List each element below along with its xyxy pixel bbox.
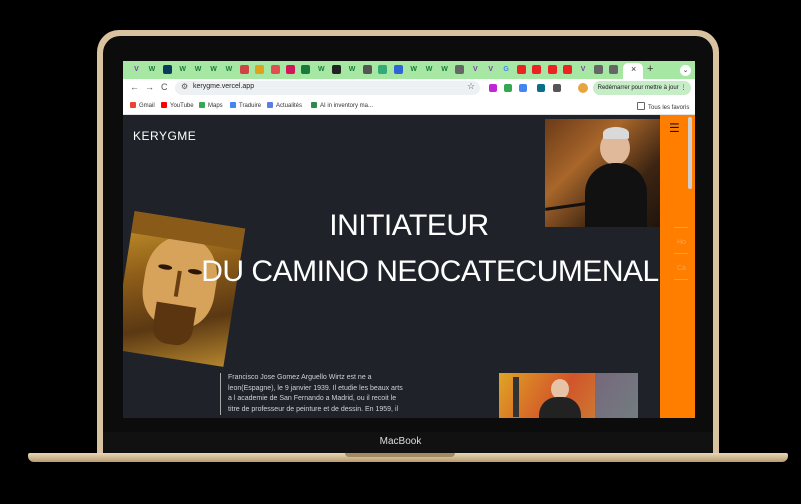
browser-toolbar: ← → C ⚙ kerygme.vercel.app ☆ Redémarrer …	[123, 79, 695, 97]
bookmark-favicon-icon	[230, 102, 236, 108]
browser-tab[interactable]	[301, 65, 311, 74]
bookmark-label: Actualités	[276, 103, 303, 109]
browser-tab[interactable]: V	[486, 65, 495, 74]
extension-icon[interactable]	[519, 84, 527, 92]
bookmark-item[interactable]: Maps	[199, 102, 223, 109]
browser-tab[interactable]	[378, 65, 388, 74]
forward-icon[interactable]: →	[145, 82, 154, 92]
bookmark-favicon-icon	[161, 102, 167, 108]
browser-tab[interactable]	[286, 65, 295, 74]
all-bookmarks-folder[interactable]: Tous les favoris	[637, 102, 689, 111]
browser-tab[interactable]	[455, 65, 465, 74]
browser-tab[interactable]	[594, 65, 603, 74]
browser-tab[interactable]: W	[348, 65, 357, 74]
bookmark-label: Traduire	[239, 103, 262, 109]
bookmarks-bar: Gmail YouTube Maps Traduire Actualités AI in …	[123, 97, 695, 115]
new-tab-button[interactable]: +	[647, 63, 653, 75]
reload-icon[interactable]: C	[161, 82, 168, 92]
extension-icon[interactable]	[504, 84, 512, 92]
hamburger-menu-icon[interactable]: ☰	[669, 121, 680, 135]
bookmark-label: Gmail	[139, 103, 155, 109]
address-bar[interactable]: ⚙ kerygme.vercel.app ☆	[175, 81, 480, 95]
headline-line-2: DU CAMINO NEOCATECUMENAL	[201, 255, 659, 288]
laptop-notch	[345, 453, 455, 457]
browser-tab[interactable]: W	[224, 65, 233, 74]
browser-tab[interactable]	[532, 65, 542, 74]
browser-tab[interactable]	[363, 65, 372, 74]
bookmark-favicon-icon	[199, 102, 205, 108]
bookmark-favicon-icon	[267, 102, 273, 108]
browser-tab[interactable]	[563, 65, 573, 74]
site-title[interactable]: KERYGME	[133, 129, 196, 143]
bookmark-star-icon[interactable]: ☆	[467, 81, 475, 92]
close-tab-icon[interactable]: ×	[631, 64, 636, 74]
browser-tab[interactable]: V	[132, 65, 141, 74]
bookmark-label: AI in inventory ma...	[320, 103, 374, 109]
browser-tab[interactable]	[517, 65, 526, 74]
device-brand-label: MacBook	[379, 436, 422, 447]
bookmark-item[interactable]: Traduire	[230, 102, 261, 109]
all-bookmarks-label: Tous les favoris	[648, 105, 690, 111]
browser-tab[interactable]: W	[209, 65, 218, 74]
web-page: KERYGME ☰ Ho Ca INITIATEUR DU CAMINO NEO…	[123, 115, 695, 418]
bookmark-label: Maps	[208, 103, 223, 109]
restart-update-button[interactable]: Redémarrer pour mettre à jour ⋮	[593, 81, 691, 95]
extension-icon[interactable]	[537, 84, 545, 92]
browser-tab[interactable]	[332, 65, 342, 74]
url-text[interactable]: kerygme.vercel.app	[193, 83, 254, 90]
bookmark-label: YouTube	[170, 103, 194, 109]
browser-tab[interactable]	[547, 65, 557, 74]
headline-line-1: INITIATEUR	[329, 209, 489, 242]
site-info-icon[interactable]: ⚙	[181, 82, 188, 91]
browser-tab[interactable]: V	[579, 65, 588, 74]
mural-photo	[499, 373, 638, 418]
browser-tab[interactable]: W	[409, 65, 418, 74]
bookmark-item[interactable]: YouTube	[161, 102, 194, 109]
browser-tab[interactable]: W	[440, 65, 449, 74]
folder-icon	[637, 102, 645, 110]
biography-text: Francisco Jose Gomez Arguello Wirtz est …	[220, 373, 406, 415]
browser-tab[interactable]	[270, 65, 280, 74]
browser-tab[interactable]: W	[317, 65, 326, 74]
browser-tab[interactable]: W	[178, 65, 187, 74]
browser-tab[interactable]: W	[425, 65, 434, 74]
bookmark-item[interactable]: AI in inventory ma...	[311, 102, 373, 109]
browser-tab[interactable]: W	[194, 65, 203, 74]
bookmark-favicon-icon	[130, 102, 136, 108]
browser-tab[interactable]	[239, 65, 249, 74]
menu-divider	[674, 253, 688, 254]
bookmark-favicon-icon	[311, 102, 317, 108]
browser-tab[interactable]	[393, 65, 403, 74]
browser-tab[interactable]: W	[147, 65, 156, 74]
browser-tab[interactable]	[255, 65, 265, 74]
browser-tab[interactable]: G	[502, 65, 511, 74]
bookmark-item[interactable]: Gmail	[130, 102, 155, 109]
extension-icon[interactable]	[489, 84, 497, 92]
tab-strip: VWWWWWWWWWWVVGV × + ⌄	[123, 61, 695, 79]
profile-avatar[interactable]	[578, 83, 588, 93]
browser-tab[interactable]	[609, 65, 619, 74]
scrollbar[interactable]	[688, 117, 692, 189]
extensions-puzzle-icon[interactable]	[553, 84, 561, 92]
tab-search-icon[interactable]: ⌄	[680, 65, 691, 76]
browser-window: VWWWWWWWWWWVVGV × + ⌄ ← → C ⚙ kerygme.ve…	[123, 61, 695, 418]
bookmark-item[interactable]: Actualités	[267, 102, 302, 109]
browser-tab[interactable]: V	[471, 65, 480, 74]
back-icon[interactable]: ←	[130, 82, 139, 92]
browser-tab[interactable]	[162, 65, 172, 74]
